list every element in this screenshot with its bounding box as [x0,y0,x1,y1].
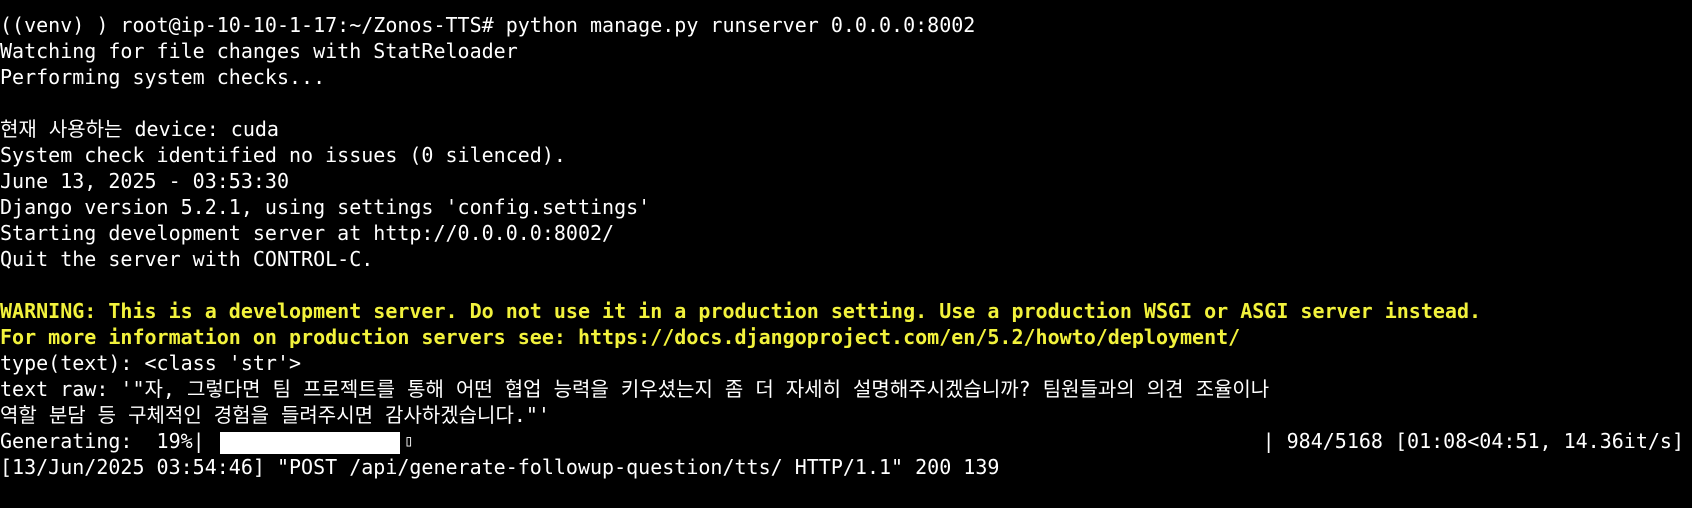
output-line: type(text): <class 'str'> [0,351,302,375]
output-line: Django version 5.2.1, using settings 'co… [0,195,651,219]
request-log-line: [13/Jun/2025 03:54:46] "POST /api/genera… [0,455,1000,479]
terminal-window[interactable]: ((venv) ) root@ip-10-10-1-17:~/Zonos-TTS… [0,0,1692,508]
output-line: 역할 분담 등 구체적인 경험을 들려주시면 감사하겠습니다."' [0,403,550,427]
output-line: Watching for file changes with StatReloa… [0,39,518,63]
progress-line: Generating: 19%| ▯ | 984/5168 [01:08<04:… [0,428,1692,454]
progress-stats: | 984/5168 [01:08<04:51, 14.36it/s] [1262,429,1684,453]
output-line: 현재 사용하는 device: cuda [0,117,279,141]
progress-bar [220,432,400,454]
output-line: Starting development server at http://0.… [0,221,615,245]
progress-glyph: ▯ [404,431,414,450]
output-line: text raw: '"자, 그렇다면 팀 프로젝트를 통해 어떤 협업 능력을… [0,377,1270,401]
output-line: System check identified no issues (0 sil… [0,143,566,167]
warning-line: WARNING: This is a development server. D… [0,299,1482,323]
command-line: ((venv) ) root@ip-10-10-1-17:~/Zonos-TTS… [0,13,976,37]
output-line: Performing system checks... [0,65,326,89]
progress-label: Generating: 19%| [0,429,205,453]
output-line: June 13, 2025 - 03:53:30 [0,169,289,193]
warning-line: For more information on production serve… [0,325,1241,349]
output-line: Quit the server with CONTROL-C. [0,247,374,271]
